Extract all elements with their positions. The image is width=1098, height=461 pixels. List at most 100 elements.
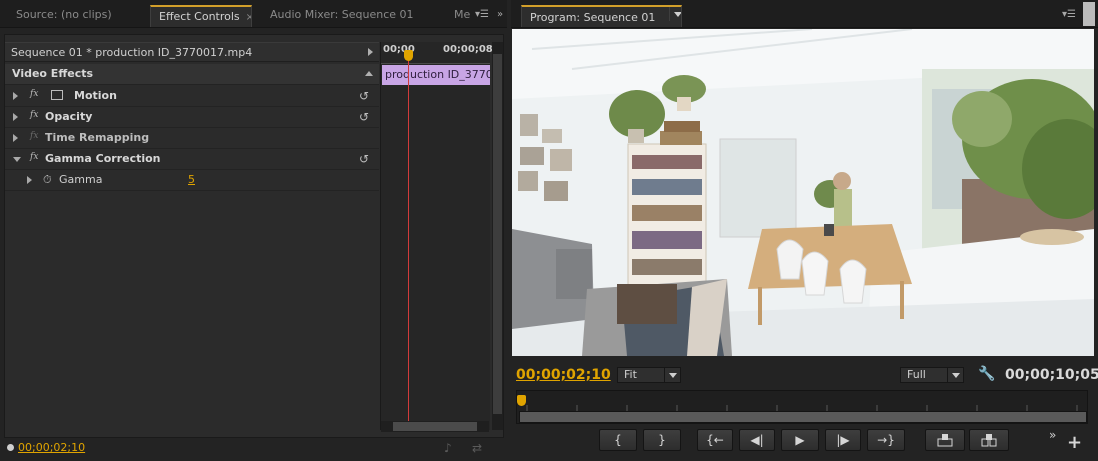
overflow-chevron-icon[interactable]: » (1049, 428, 1056, 442)
effect-controls-footer: 00;00;02;10 ♪ ⇄ (4, 439, 504, 457)
collapse-triangle-icon[interactable] (13, 157, 21, 162)
horizontal-scrollbar[interactable] (381, 421, 489, 432)
tab-source[interactable]: Source: (no clips) (8, 5, 148, 27)
program-viewer[interactable] (512, 29, 1094, 356)
step-forward-button[interactable]: |▶ (825, 429, 861, 451)
timeline-end-time: 00;00;08; (443, 44, 497, 55)
section-label: Video Effects (12, 67, 94, 80)
timeline-ruler[interactable] (381, 58, 490, 64)
step-forward-icon: |▶ (836, 433, 850, 447)
expand-triangle-icon[interactable] (13, 92, 18, 100)
resolution-dropdown[interactable]: Full (900, 367, 964, 383)
add-button-icon[interactable]: + (1067, 434, 1082, 452)
wrench-icon[interactable]: 🔧 (978, 366, 995, 382)
tab-dropdown-icon[interactable] (668, 7, 681, 21)
duration-timecode: 00;00;10;05 (1005, 367, 1098, 383)
export-frame-icon[interactable]: ⇄ (472, 441, 482, 455)
effect-name: Time Remapping (45, 131, 150, 144)
current-timecode[interactable]: 00;00;02;10 (516, 367, 611, 383)
fx-toggle-icon: fx (30, 131, 39, 141)
video-effects-header: Video Effects (5, 64, 379, 85)
resolution-value: Full (907, 368, 926, 381)
lift-icon (937, 434, 953, 447)
playhead-icon[interactable] (404, 50, 413, 61)
vertical-scrollbar[interactable] (492, 42, 503, 430)
reset-icon[interactable]: ↺ (357, 152, 371, 166)
zoom-value: Fit (624, 368, 637, 381)
expand-triangle-icon[interactable] (13, 113, 18, 121)
clip-bar-label: production ID_37700 (385, 68, 490, 81)
mark-out-icon: } (658, 433, 666, 447)
panel-maximize-icon[interactable] (1083, 2, 1095, 26)
transform-box-icon[interactable] (51, 90, 63, 100)
effect-controls-body: Sequence 01 * production ID_3770017.mp4 … (4, 34, 504, 438)
play-icon: ▶ (795, 433, 805, 447)
playhead-line (408, 56, 409, 430)
panel-menu-icon[interactable]: ▾☰ (1059, 8, 1079, 22)
tab-effect-controls-label: Effect Controls (159, 10, 240, 23)
expand-triangle-icon[interactable] (13, 134, 18, 142)
tab-source-label: Source: (no clips) (16, 8, 112, 21)
chevron-down-icon (664, 368, 680, 382)
tab-audio-mixer[interactable]: Audio Mixer: Sequence 01 (262, 5, 442, 27)
clip-bar[interactable]: production ID_37700 (382, 65, 490, 85)
extract-button[interactable] (969, 429, 1009, 451)
tab-metadata-label: Me (454, 8, 470, 21)
tab-metadata[interactable]: Me (446, 5, 470, 27)
fx-toggle-icon[interactable]: fx (30, 89, 38, 99)
mark-in-button[interactable]: { (599, 429, 637, 451)
overflow-chevron-icon[interactable]: » (490, 8, 510, 22)
effect-row-gamma-correction[interactable]: fx Gamma Correction ↺ (5, 149, 379, 170)
effect-controls-panel: Source: (no clips) Effect Controls × Audi… (0, 0, 507, 461)
left-tab-bar: Source: (no clips) Effect Controls × Audi… (0, 0, 507, 28)
param-name: Gamma (59, 173, 103, 186)
tab-program[interactable]: Program: Sequence 01 × (521, 5, 682, 27)
reset-icon[interactable]: ↺ (357, 89, 371, 103)
tab-audio-mixer-label: Audio Mixer: Sequence 01 (270, 8, 414, 21)
param-row-gamma: ⏱ Gamma 5 (5, 170, 379, 191)
clip-header-title: Sequence 01 * production ID_3770017.mp4 (11, 46, 253, 59)
effect-name: Gamma Correction (45, 152, 161, 165)
effect-row-motion[interactable]: fx Motion ↺ (5, 86, 379, 107)
go-to-in-icon: {← (706, 433, 724, 447)
playhead-icon[interactable] (517, 395, 526, 406)
effect-name: Opacity (45, 110, 93, 123)
footer-timecode[interactable]: 00;00;02;10 (18, 441, 85, 454)
play-button[interactable]: ▶ (781, 429, 819, 451)
scrollbar-thumb[interactable] (493, 54, 502, 414)
step-back-icon: ◀| (750, 433, 764, 447)
effect-name: Motion (74, 89, 117, 102)
panel-menu-icon[interactable]: ▾☰ (472, 8, 492, 22)
monitor-zoom-scrollbar[interactable] (519, 411, 1087, 423)
video-frame-image (512, 29, 1094, 356)
zoom-dropdown[interactable]: Fit (617, 367, 681, 383)
lift-button[interactable] (925, 429, 965, 451)
fx-toggle-icon[interactable]: fx (30, 152, 38, 162)
audio-note-icon[interactable]: ♪ (444, 441, 452, 455)
effect-row-opacity[interactable]: fx Opacity ↺ (5, 107, 379, 128)
fx-toggle-icon[interactable]: fx (30, 110, 38, 120)
param-value[interactable]: 5 (188, 173, 195, 186)
close-icon[interactable]: × (246, 8, 251, 27)
go-to-out-button[interactable]: →} (867, 429, 905, 451)
tab-effect-controls[interactable]: Effect Controls × (150, 5, 252, 27)
mark-out-button[interactable]: } (643, 429, 681, 451)
clip-header[interactable]: Sequence 01 * production ID_3770017.mp4 (5, 42, 379, 62)
effect-timeline[interactable]: 00;00 00;00;08; production ID_37700 (380, 42, 497, 430)
monitor-mini-timeline[interactable] (516, 390, 1088, 424)
collapse-up-icon[interactable] (365, 71, 373, 76)
extract-icon (981, 434, 997, 447)
expand-triangle-icon[interactable] (27, 176, 32, 184)
scrollbar-thumb[interactable] (393, 422, 477, 431)
effect-row-time-remapping[interactable]: fx Time Remapping (5, 128, 379, 149)
mark-in-icon: { (614, 433, 622, 447)
chevron-down-icon (947, 368, 963, 382)
reset-icon[interactable]: ↺ (357, 110, 371, 124)
go-to-in-button[interactable]: {← (697, 429, 733, 451)
stopwatch-icon[interactable]: ⏱ (43, 173, 52, 187)
show-timeline-icon[interactable] (368, 48, 373, 56)
program-monitor-panel: Program: Sequence 01 × ▾☰ (511, 0, 1098, 461)
step-back-button[interactable]: ◀| (739, 429, 775, 451)
mini-ruler[interactable] (517, 399, 1087, 411)
right-tab-bar: Program: Sequence 01 × ▾☰ (511, 0, 1098, 28)
